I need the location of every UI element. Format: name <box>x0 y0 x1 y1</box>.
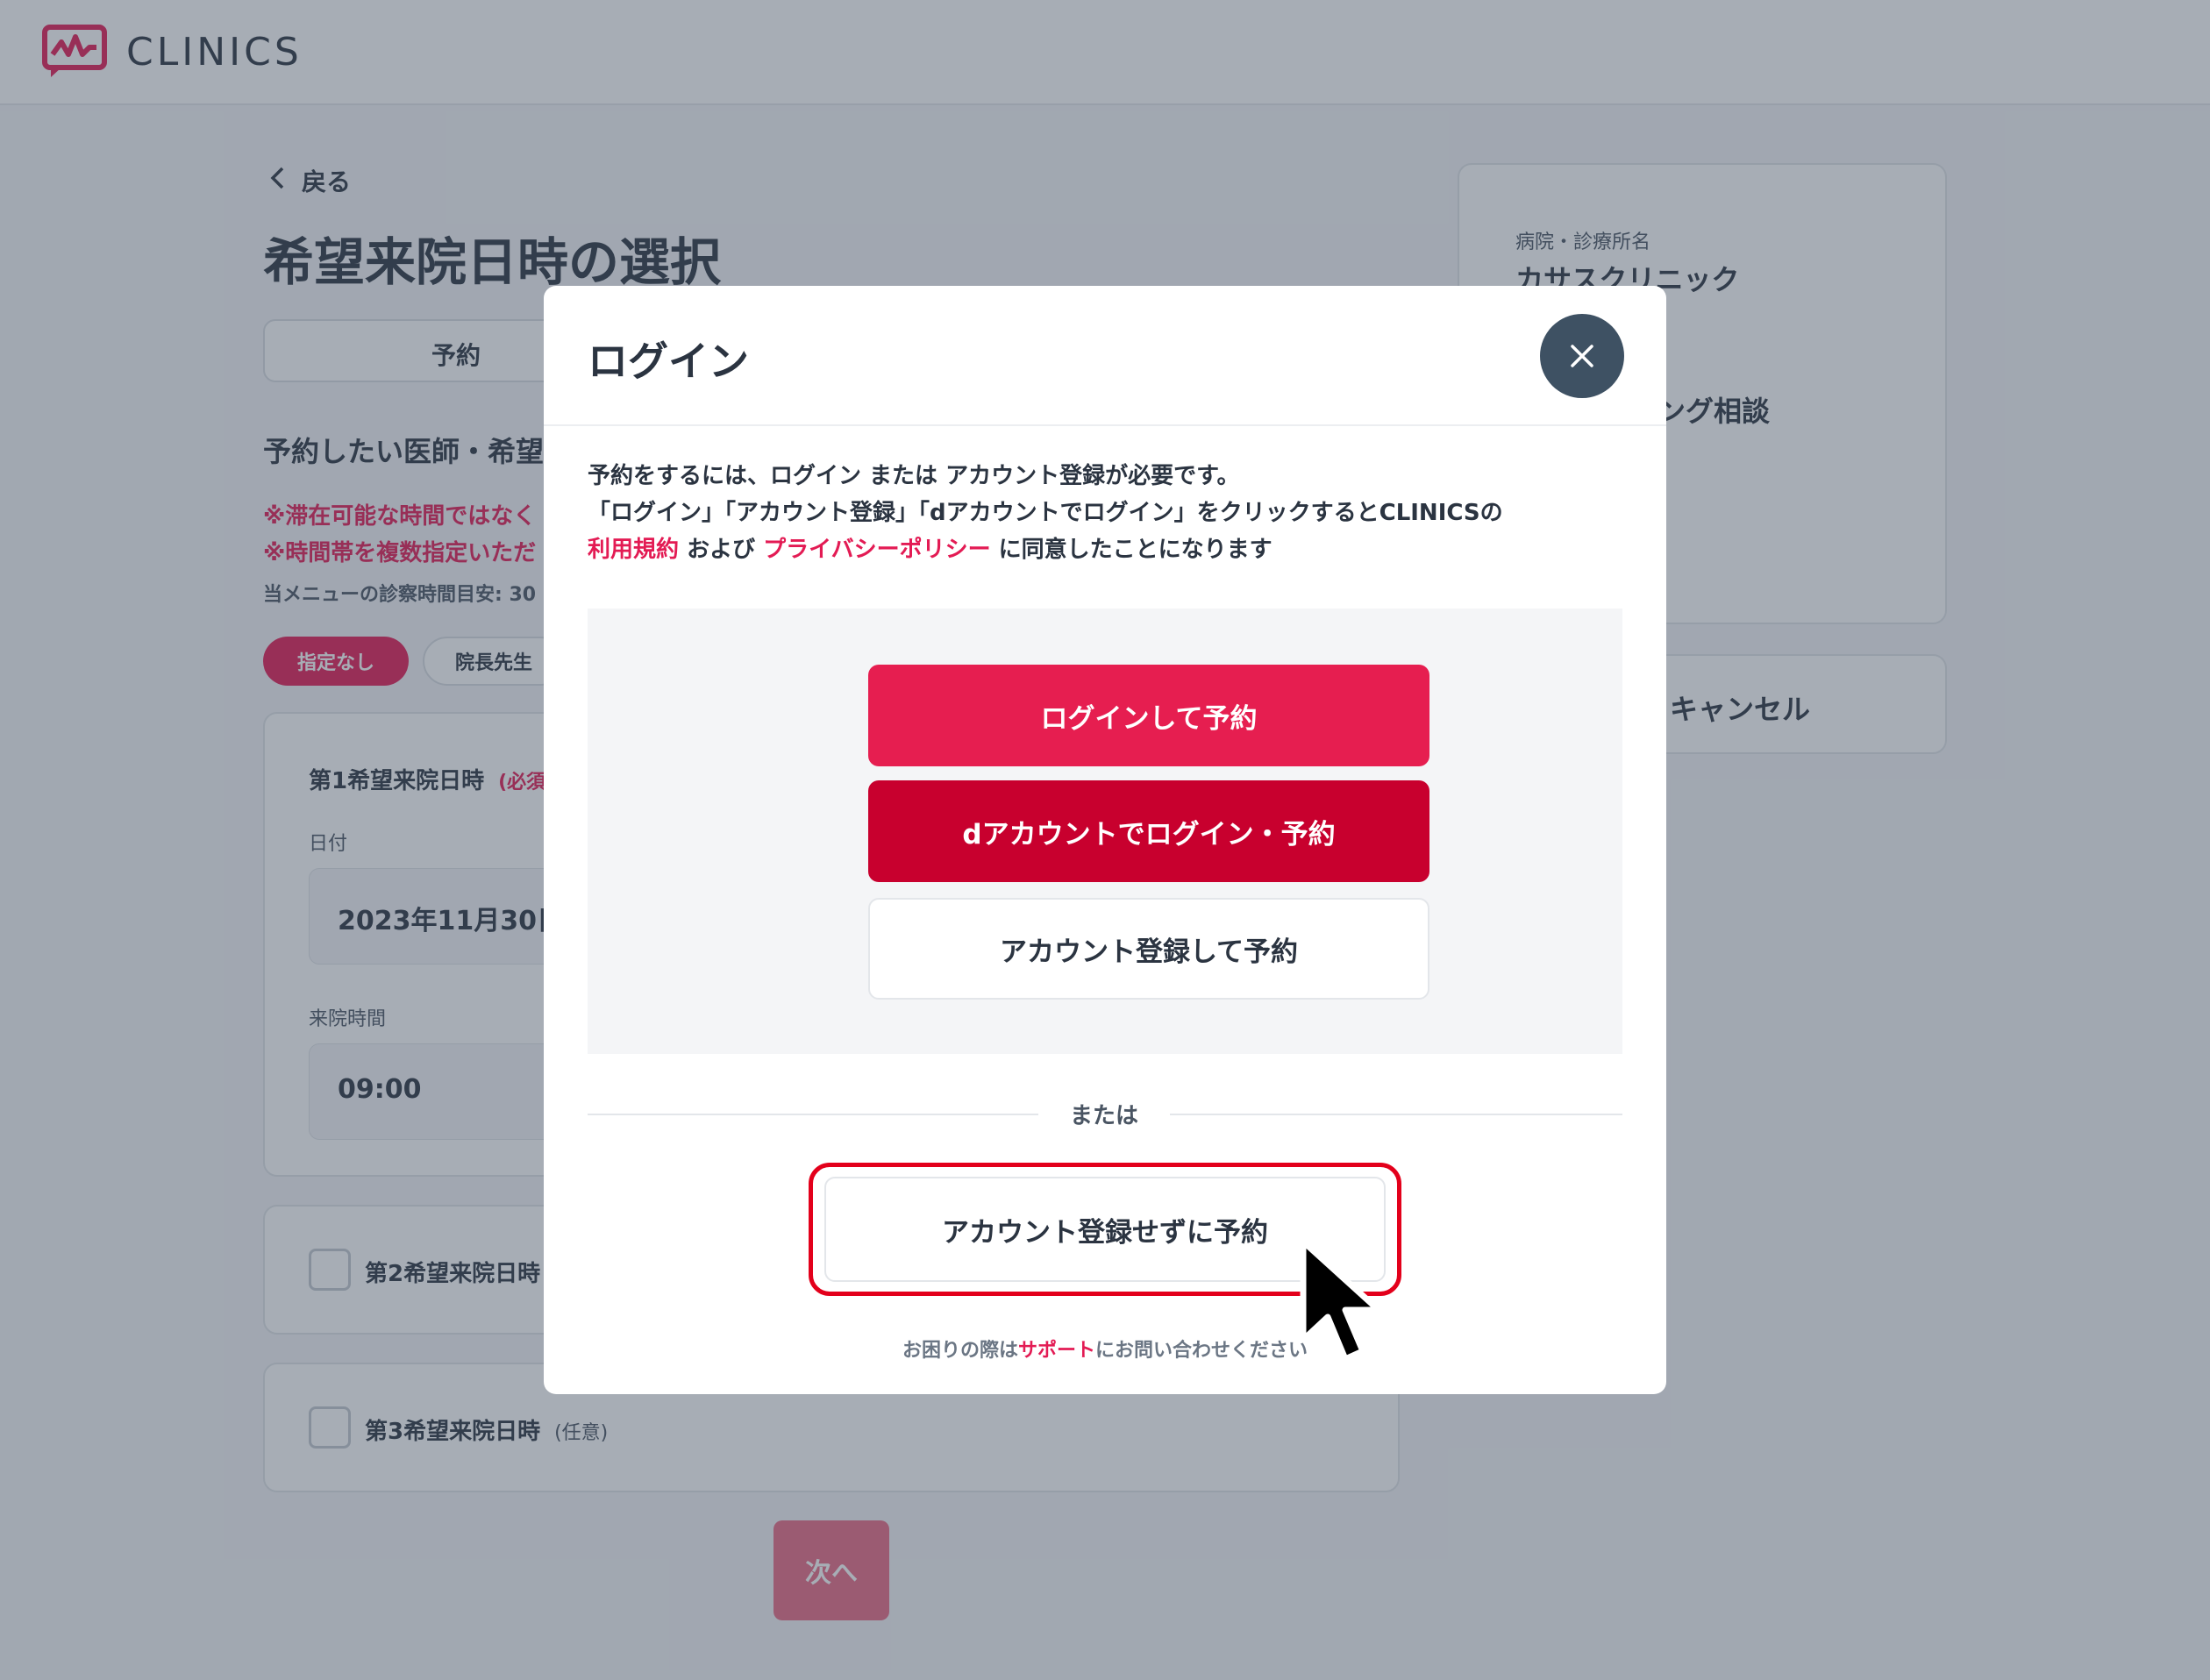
login-options-panel: ログインして予約 dアカウントでログイン・予約 アカウント登録して予約 <box>588 609 1622 1054</box>
divider-right <box>1170 1114 1622 1115</box>
terms-link[interactable]: 利用規約 <box>588 537 679 563</box>
desc-line-2: 「ログイン」「アカウント登録」「dアカウントでログイン」をクリックするとCLIN… <box>588 500 1503 526</box>
mouse-pointer-icon <box>1300 1238 1382 1363</box>
privacy-link[interactable]: プライバシーポリシー <box>763 537 990 563</box>
support-text: お困りの際はサポートにお問い合わせください <box>544 1335 1666 1363</box>
support-link[interactable]: サポート <box>1018 1340 1095 1362</box>
login-modal: ログイン 予約をするには、ログイン または アカウント登録が必要です。 「ログイ… <box>544 286 1666 1394</box>
desc-line-3: 利用規約 および プライバシーポリシー に同意したことになります <box>588 531 1631 568</box>
modal-description: 予約をするには、ログイン または アカウント登録が必要です。 「ログイン」「アカ… <box>588 458 1631 568</box>
close-icon <box>1571 345 1593 367</box>
desc-line-1: 予約をするには、ログイン または アカウント登録が必要です。 <box>588 463 1240 489</box>
register-reserve-button[interactable]: アカウント登録して予約 <box>868 898 1429 1000</box>
support-suffix: にお問い合わせください <box>1095 1340 1308 1362</box>
modal-title: ログイン <box>588 338 749 385</box>
divider-left <box>588 1114 1038 1115</box>
d-account-login-button[interactable]: dアカウントでログイン・予約 <box>868 780 1429 882</box>
desc-agree: に同意したことになります <box>990 537 1273 563</box>
support-prefix: お困りの際は <box>902 1340 1018 1362</box>
modal-header: ログイン <box>544 286 1666 426</box>
close-button[interactable] <box>1540 314 1624 398</box>
or-label: または <box>1069 1103 1138 1129</box>
desc-and: および <box>679 537 764 563</box>
login-reserve-button[interactable]: ログインして予約 <box>868 665 1429 766</box>
